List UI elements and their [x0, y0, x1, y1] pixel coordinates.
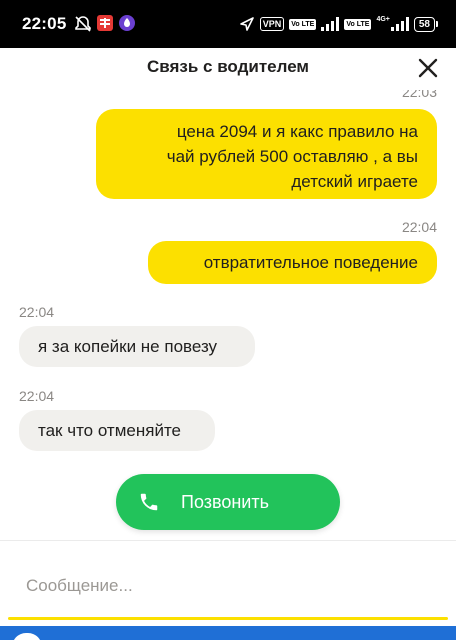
battery-indicator: 58 [413, 16, 438, 32]
message-bubble-outgoing[interactable]: цена 2094 и я какс правило на чай рублей… [96, 109, 437, 199]
input-focus-underline [8, 617, 448, 620]
message-text-line: детский играете [291, 172, 418, 191]
mute-bell-icon [75, 16, 91, 32]
message-time: 22:04 [19, 388, 55, 404]
message-text-line: отвратительное поведение [203, 253, 418, 272]
status-time: 22:05 [22, 14, 67, 33]
call-button-label: Позвонить [181, 492, 269, 512]
message-text-line: я за копейки не повезу [38, 337, 218, 356]
message-time: 22:04 [401, 219, 437, 235]
chat-header: Связь с водителем [0, 48, 456, 90]
composer [0, 541, 456, 620]
network-type: 4G+ [376, 15, 390, 23]
message-text-line: цена 2094 и я какс правило на [176, 122, 418, 141]
message-bubble-incoming[interactable]: так что отменяйте [19, 410, 215, 451]
phone-icon [140, 493, 158, 511]
close-icon[interactable] [416, 56, 440, 80]
bottom-strip [0, 626, 456, 640]
vpn-badge: VPN [259, 17, 285, 31]
volte-badge: Vo LTE [289, 18, 317, 30]
signal-icon [321, 17, 340, 31]
message-text-line: чай рублей 500 оставляю , а вы [166, 147, 418, 166]
call-button[interactable]: Позвонить [116, 474, 340, 530]
signal-icon-2 [390, 17, 409, 31]
chat-messages[interactable]: 22:03 цена 2094 и я какс правило на чай … [0, 90, 456, 540]
volte-badge-2: Vo LTE [344, 18, 372, 30]
location-icon [239, 17, 254, 31]
status-bar: 22:05 VPN Vo LTE Vo LTE 4G+ 58 [0, 0, 456, 48]
message-time: 22:03 [401, 90, 437, 100]
app-notification-icon-2 [119, 15, 135, 31]
message-bubble-outgoing[interactable]: отвратительное поведение [148, 241, 437, 284]
page-title: Связь с водителем [146, 57, 309, 76]
app-notification-icon [97, 15, 113, 31]
message-input[interactable] [26, 573, 426, 599]
message-bubble-incoming[interactable]: я за копейки не повезу [19, 326, 255, 367]
battery-tip [436, 21, 438, 27]
status-right-group: VPN Vo LTE Vo LTE 4G+ 58 [239, 14, 438, 34]
battery-level: 58 [413, 16, 435, 32]
message-time: 22:04 [19, 304, 55, 320]
message-text-line: так что отменяйте [38, 421, 181, 440]
